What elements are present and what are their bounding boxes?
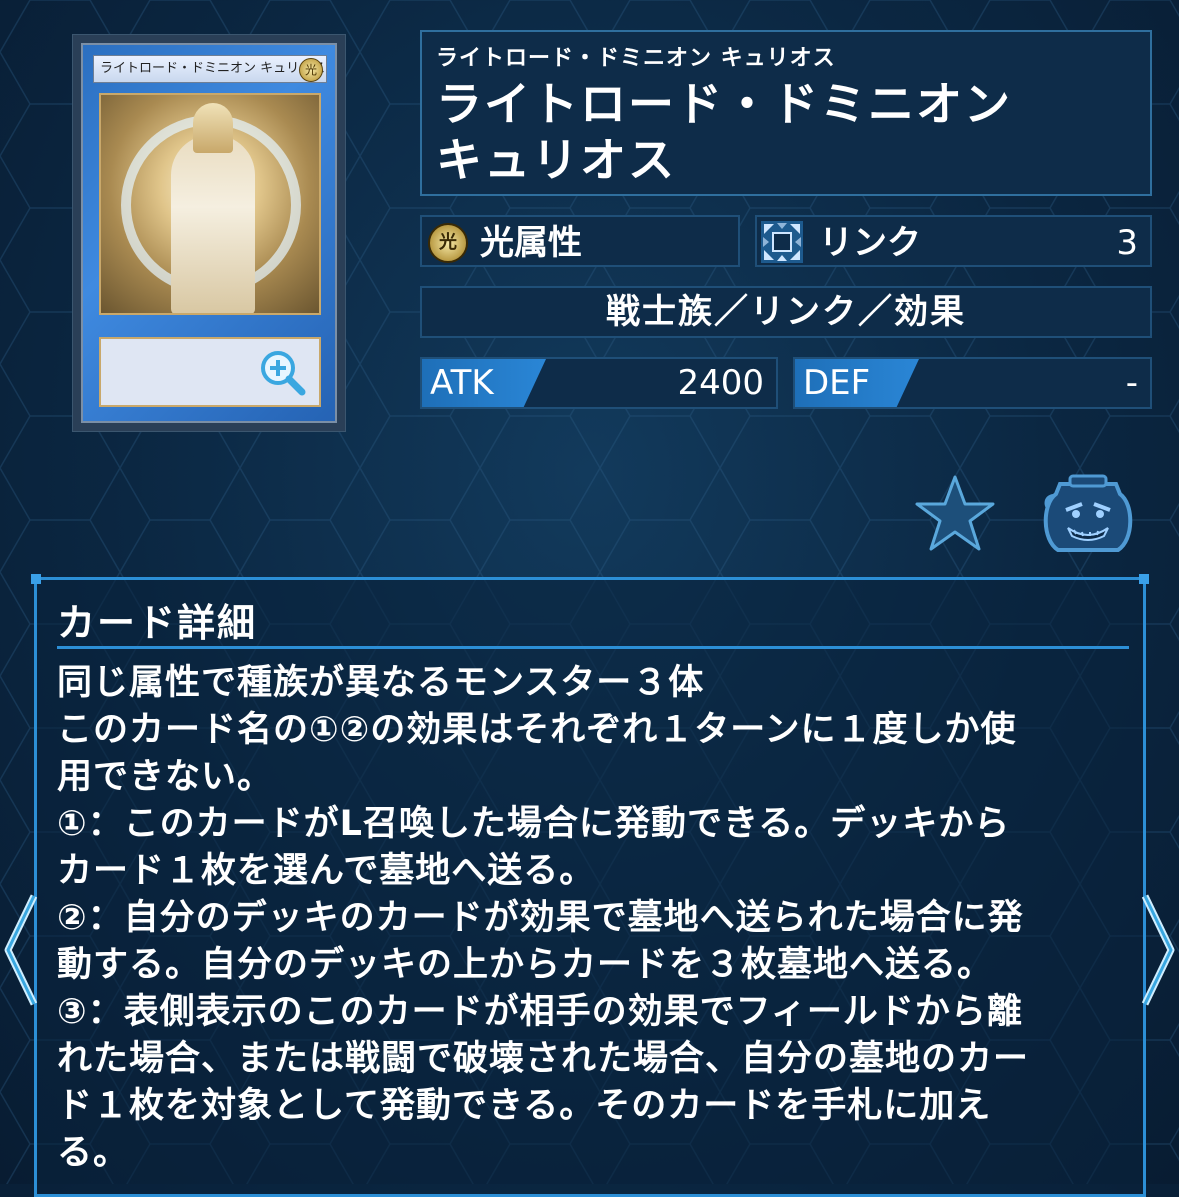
- atk-box: ATK 2400: [420, 357, 778, 409]
- card-name: ライトロード・ドミニオン キュリオス: [436, 76, 1136, 188]
- card-name-panel: ライトロード・ドミニオン キュリオス ライトロード・ドミニオン キュリオス: [420, 30, 1152, 196]
- atk-tag: ATK: [422, 359, 546, 407]
- detail-heading: カード詳細: [57, 601, 258, 645]
- attribute-box: 光 光属性: [420, 215, 740, 267]
- card-name-line2: キュリオス: [436, 133, 676, 187]
- chevron-left-icon[interactable]: [0, 890, 40, 1010]
- link-arrows-icon: [761, 221, 803, 263]
- light-attribute-icon: 光: [428, 223, 468, 263]
- pot-of-greed-icon[interactable]: [1040, 470, 1136, 556]
- card-name-ruby: ライトロード・ドミニオン キュリオス: [436, 46, 836, 71]
- star-icon[interactable]: [914, 474, 996, 552]
- attribute-label: 光属性: [480, 223, 582, 263]
- monster-type-line: 戦士族／リンク／効果: [420, 286, 1152, 338]
- card-artwork: [99, 93, 321, 315]
- atk-label: ATK: [430, 363, 494, 403]
- chevron-right-icon[interactable]: [1139, 890, 1179, 1010]
- panel-corner: [31, 574, 41, 584]
- effect-line: ド１枚を対象として発動できる。そのカードを手札に加え: [57, 1086, 992, 1126]
- atk-value: 2400: [677, 363, 764, 403]
- link-label: リンク: [819, 223, 921, 263]
- card-effect-text: 同じ属性で種族が異なるモンスター３体 このカード名の①②の効果はそれぞれ１ターン…: [57, 660, 1127, 1177]
- def-value: -: [1125, 363, 1138, 403]
- effect-line: 用できない。: [57, 757, 274, 797]
- def-tag: DEF: [795, 359, 919, 407]
- effect-line: ②：自分のデッキのカードが効果で墓地へ送られた場合に発: [57, 898, 1024, 938]
- effect-line: る。: [57, 1133, 130, 1173]
- panel-corner: [1139, 574, 1149, 584]
- def-label: DEF: [803, 363, 871, 403]
- detail-divider: [57, 646, 1129, 649]
- link-value: 3: [1116, 223, 1138, 263]
- effect-line: 動する。自分のデッキの上からカードを３枚墓地へ送る。: [57, 945, 994, 985]
- card-thumb-attribute-icon: 光: [299, 58, 323, 82]
- link-rating-box: リンク 3: [755, 215, 1152, 267]
- card-name-line1: ライトロード・ドミニオン: [436, 77, 1012, 131]
- effect-line: ①：このカードがL召喚した場合に発動できる。デッキから: [57, 804, 1011, 844]
- card-detail-panel[interactable]: カード詳細 同じ属性で種族が異なるモンスター３体 このカード名の①②の効果はそれ…: [31, 574, 1149, 1197]
- effect-line: このカード名の①②の効果はそれぞれ１ターンに１度しか使: [57, 710, 1017, 750]
- card-thumb-name: ライトロード・ドミニオン キュリオス: [93, 55, 327, 83]
- zoom-in-icon[interactable]: [258, 348, 306, 396]
- def-box: DEF -: [793, 357, 1152, 409]
- effect-line: ③：表側表示のこのカードが相手の効果でフィールドから離: [57, 992, 1023, 1032]
- effect-line: 同じ属性で種族が異なるモンスター３体: [57, 663, 705, 703]
- effect-line: れた場合、または戦闘で破壊された場合、自分の墓地のカー: [57, 1039, 1030, 1079]
- effect-line: カード１枚を選んで墓地へ送る。: [57, 851, 596, 891]
